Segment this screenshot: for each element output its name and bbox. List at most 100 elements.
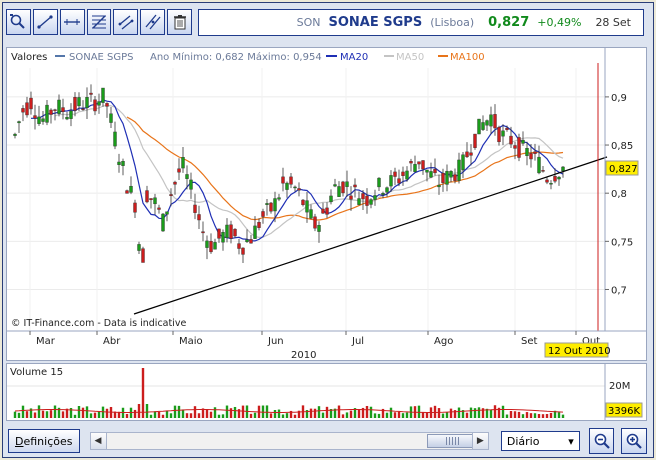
- last-price: 0,827: [488, 15, 530, 30]
- scroll-left-icon[interactable]: ◀: [90, 433, 107, 449]
- time-scrollbar[interactable]: ◀ ▶: [89, 432, 489, 450]
- channel-button[interactable]: [113, 9, 139, 35]
- candle-down: [81, 108, 85, 110]
- volume-bar: [185, 413, 189, 418]
- candle-up: [205, 240, 209, 248]
- volume-bar: [125, 413, 129, 418]
- candle-down: [197, 214, 201, 221]
- candle-up: [113, 131, 117, 147]
- candle-down: [433, 169, 437, 174]
- volume-bar: [501, 405, 505, 418]
- candle-up: [57, 99, 61, 114]
- volume-bar: [513, 411, 517, 418]
- candle-down: [249, 239, 253, 244]
- candle-down: [149, 198, 153, 201]
- candle-up: [481, 122, 485, 130]
- volume-bar: [377, 413, 381, 418]
- volume-bar: [277, 409, 281, 418]
- volume-bar: [445, 412, 449, 418]
- volume-bar: [545, 413, 549, 418]
- candle-down: [469, 152, 473, 156]
- scrollbar-thumb[interactable]: [426, 434, 479, 448]
- volume-bar: [229, 408, 233, 418]
- candle-up: [17, 121, 21, 124]
- volume-bar: [449, 408, 453, 418]
- scroll-right-icon[interactable]: ▶: [471, 433, 488, 449]
- candle-down: [529, 153, 533, 160]
- volume-bar: [13, 411, 17, 418]
- candle-down: [313, 216, 317, 229]
- candle-up: [265, 203, 269, 205]
- candle-up: [461, 154, 465, 170]
- current-price-label: 0,827: [609, 164, 638, 175]
- legend-ma50[interactable]: MA50: [396, 52, 424, 63]
- candle-down: [73, 96, 77, 111]
- volume-bar: [541, 414, 545, 418]
- candle-down: [49, 109, 53, 115]
- grip-icon: [445, 437, 460, 445]
- candle-down: [325, 207, 329, 215]
- candle-down: [141, 248, 145, 263]
- volume-bar: [349, 410, 353, 418]
- candle-up: [377, 177, 381, 188]
- zoom-area-button[interactable]: [6, 9, 31, 35]
- volume-bar: [281, 414, 285, 418]
- legend-ma20[interactable]: MA20: [340, 52, 368, 63]
- candle-up: [121, 161, 125, 166]
- candle-down: [61, 107, 65, 113]
- volume-axis-label: 20M: [609, 381, 630, 392]
- volume-bar: [341, 414, 345, 418]
- volume-bar: [517, 411, 521, 418]
- candle-down: [133, 202, 137, 213]
- volume-bar: [345, 412, 349, 418]
- zoom-in-button[interactable]: [621, 428, 647, 454]
- volume-bar: [169, 413, 173, 418]
- price-change: +0,49%: [537, 16, 582, 29]
- delete-drawings-button[interactable]: [167, 9, 193, 35]
- candle-down: [269, 202, 273, 212]
- legend-ma100[interactable]: MA100: [450, 52, 485, 63]
- candle-up: [305, 200, 309, 213]
- candle-down: [533, 151, 537, 154]
- volume-bar: [225, 405, 229, 418]
- candle-up: [385, 187, 389, 193]
- volume-bar: [533, 413, 537, 418]
- volume-bar: [265, 405, 269, 418]
- candle-down: [105, 103, 109, 107]
- candle-down: [217, 228, 221, 239]
- trend-line-button[interactable]: [32, 9, 58, 35]
- candle-down: [493, 114, 497, 129]
- price-chart-panel[interactable]: Valores SONAE SGPS Ano Mínimo: 0,682 Máx…: [6, 47, 647, 361]
- ticker-symbol: SON: [296, 16, 321, 29]
- volume-bar: [217, 414, 221, 418]
- volume-bar: [417, 405, 421, 418]
- period-select[interactable]: Diário ▾: [500, 431, 580, 451]
- candle-up: [97, 101, 101, 106]
- volume-bar: [209, 411, 213, 418]
- candle-up: [521, 139, 525, 144]
- candle-down: [509, 135, 513, 145]
- volume-bar: [165, 410, 169, 418]
- settings-button[interactable]: Definições: [8, 429, 80, 453]
- horizontal-line-button[interactable]: [59, 9, 85, 35]
- price-chart[interactable]: Valores SONAE SGPS Ano Mínimo: 0,682 Máx…: [7, 48, 646, 361]
- volume-panel[interactable]: Volume 15 20M 3396K: [6, 363, 647, 421]
- volume-chart[interactable]: Volume 15 20M 3396K: [7, 364, 646, 420]
- candle-down: [393, 171, 397, 177]
- month-label: Ago: [434, 336, 453, 347]
- volume-bar: [317, 406, 321, 418]
- volume-bar: [213, 407, 217, 418]
- trash-icon: [173, 15, 186, 30]
- volume-bar: [81, 407, 85, 418]
- candle-up: [557, 176, 561, 180]
- candle-down: [417, 161, 421, 165]
- volume-bar: [177, 405, 181, 418]
- fibonacci-button[interactable]: [86, 9, 112, 35]
- candle-up: [137, 244, 141, 251]
- parallel-lines-button[interactable]: [140, 9, 166, 35]
- zoom-out-button[interactable]: [588, 428, 615, 454]
- candle-up: [445, 170, 449, 185]
- candle-down: [465, 151, 469, 158]
- candle-up: [309, 209, 313, 219]
- volume-bar: [505, 414, 509, 418]
